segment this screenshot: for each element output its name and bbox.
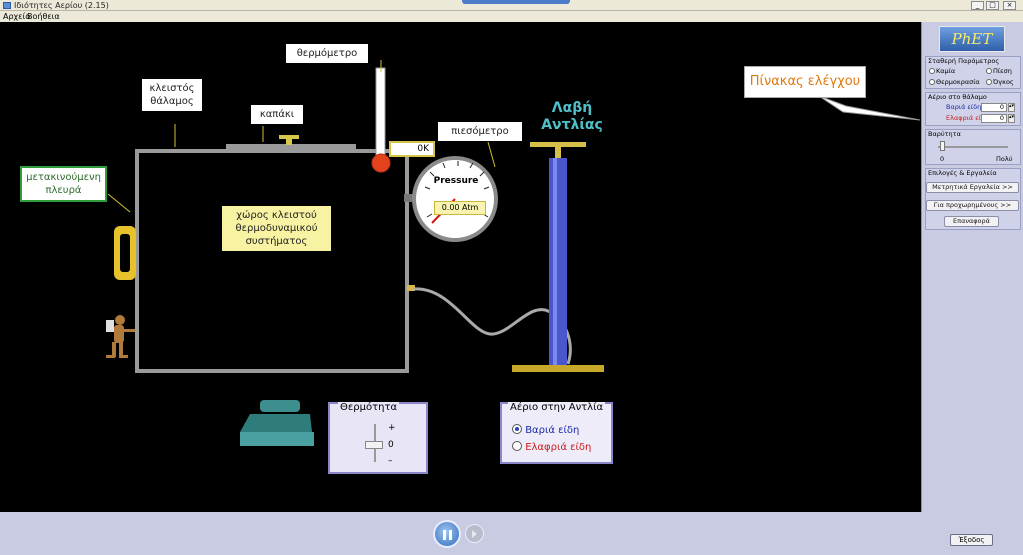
- heat-slider-thumb[interactable]: [365, 441, 383, 449]
- advanced-options-button[interactable]: Για προχωρημένους >>: [926, 200, 1019, 211]
- heat-zero: 0: [388, 440, 394, 450]
- thermometer-bulb: [371, 153, 391, 173]
- radio-volume-label: Όγκος: [993, 78, 1014, 86]
- callout-lid: καπάκι: [251, 105, 303, 124]
- radio-light-label: Ελαφριά είδη: [525, 442, 592, 453]
- pump-hose: [413, 287, 572, 365]
- gravity-min: 0: [940, 155, 945, 163]
- gravity-box: Βαρύτητα 0 Πολύ: [925, 129, 1021, 165]
- control-panel: PhET Σταθερή Παράμετρος Καμία Πίεση Θερμ…: [921, 22, 1023, 512]
- callout-control-panel: Πίνακας ελέγχου: [744, 66, 866, 98]
- title-bar: Ιδιότητες Αερίου (2.15) _ □ ×: [0, 0, 1023, 11]
- thermometer-readout: 0K: [389, 141, 435, 157]
- gas-in-chamber-title: Αέριο στο θάλαμο: [928, 93, 987, 101]
- pump-gas-panel: Αέριο στην Αντλία Βαριά είδη Ελαφριά είδ…: [500, 402, 613, 464]
- heavy-species-count[interactable]: 0: [981, 103, 1007, 112]
- radio-volume-icon[interactable]: [986, 79, 992, 85]
- radio-heavy-species[interactable]: Βαριά είδη: [512, 424, 579, 436]
- radio-pressure-label: Πίεση: [993, 67, 1012, 75]
- step-icon: [472, 530, 477, 538]
- radio-pressure[interactable]: Πίεση: [986, 67, 1012, 75]
- heater-rim: [260, 400, 300, 412]
- gravity-slider-thumb[interactable]: [940, 141, 945, 151]
- options-title: Επιλογές & Εργαλεία: [928, 169, 997, 177]
- pump-barrel-highlight: [553, 158, 557, 366]
- gravity-title: Βαρύτητα: [928, 130, 961, 138]
- exit-button[interactable]: Έξοδος: [950, 534, 993, 546]
- pump-gas-title: Αέριο στην Αντλία: [508, 402, 606, 413]
- figure-person: [106, 315, 135, 358]
- heat-plus: +: [388, 423, 396, 433]
- title-bar-handle: [462, 0, 570, 4]
- wall-handle-gap: [120, 234, 130, 272]
- gauge-title: Pressure: [433, 176, 479, 186]
- callout-system: χώρος κλειστού θερμοδυναμικού συστήματος: [222, 206, 331, 251]
- simulation-canvas[interactable]: θερμόμετρο κλειστός θάλαμος καπάκι πιεσό…: [0, 22, 921, 512]
- heater-body: [240, 414, 312, 435]
- phet-logo[interactable]: PhET: [939, 26, 1005, 52]
- constant-params-title: Σταθερή Παράμετρος: [928, 57, 1000, 65]
- light-species-count[interactable]: 0: [981, 114, 1007, 123]
- panel-callout-pointer: [818, 95, 921, 121]
- pause-button[interactable]: [433, 520, 461, 548]
- bottom-bar: Έξοδος: [0, 512, 1023, 555]
- pump-base: [512, 365, 604, 372]
- radio-none[interactable]: Καμία: [929, 67, 955, 75]
- heat-control-title: Θερμότητα: [338, 402, 400, 413]
- radio-pressure-icon[interactable]: [986, 68, 992, 74]
- heavy-species-label: Βαριά είδη: [946, 103, 982, 111]
- heat-minus: –: [388, 456, 393, 466]
- pump-handle: [530, 142, 586, 147]
- heat-control: Θερμότητα + 0 –: [328, 402, 428, 474]
- constant-params-box: Σταθερή Παράμετρος Καμία Πίεση Θερμοκρασ…: [925, 56, 1021, 89]
- label-pump-handle: Λαβή Αντλίας: [541, 100, 603, 133]
- gravity-max: Πολύ: [996, 155, 1013, 163]
- radio-heavy-icon[interactable]: [512, 424, 522, 434]
- close-icon[interactable]: ×: [1003, 1, 1016, 10]
- gauge-value: 0.00 Atm: [434, 201, 486, 215]
- app-icon: [3, 2, 11, 9]
- light-spinner-icon[interactable]: ▴▾: [1008, 114, 1015, 123]
- minimize-icon[interactable]: _: [971, 1, 984, 10]
- measurement-tools-button[interactable]: Μετρητικά Εργαλεία >>: [926, 182, 1019, 193]
- pump-rod: [555, 147, 561, 159]
- heavy-spinner-icon[interactable]: ▴▾: [1008, 103, 1015, 112]
- radio-light-species[interactable]: Ελαφριά είδη: [512, 441, 591, 453]
- radio-none-label: Καμία: [936, 67, 956, 75]
- radio-none-icon[interactable]: [929, 68, 935, 74]
- maximize-icon[interactable]: □: [986, 1, 999, 10]
- pause-icon: [443, 530, 446, 540]
- menu-help[interactable]: Βοήθεια: [27, 11, 60, 22]
- menu-bar: Αρχείο Βοήθεια: [0, 11, 1023, 22]
- step-button[interactable]: [465, 524, 484, 543]
- callout-chamber: κλειστός θάλαμος: [142, 79, 202, 111]
- heater-base: [240, 432, 314, 446]
- callout-moving-wall: μετακινούμενη πλευρά: [20, 166, 107, 202]
- gravity-slider-track: [938, 146, 1008, 148]
- radio-volume[interactable]: Όγκος: [986, 78, 1014, 86]
- radio-temperature-icon[interactable]: [929, 79, 935, 85]
- callout-thermometer: θερμόμετρο: [286, 44, 368, 63]
- pump-barrel: [549, 158, 567, 366]
- callout-manometer: πιεσόμετρο: [438, 122, 522, 141]
- radio-temperature-label: Θερμοκρασία: [936, 78, 980, 86]
- radio-temperature[interactable]: Θερμοκρασία: [929, 78, 980, 86]
- hose-inlet: [407, 285, 415, 291]
- pause-icon-bar: [449, 530, 452, 540]
- reset-button[interactable]: Επαναφορά: [944, 216, 999, 227]
- window-title: Ιδιότητες Αερίου (2.15): [14, 1, 109, 10]
- gas-in-chamber-box: Αέριο στο θάλαμο Βαριά είδη 0 ▴▾ Ελαφριά…: [925, 92, 1021, 126]
- chamber-walls: [135, 149, 409, 373]
- radio-heavy-label: Βαριά είδη: [525, 425, 580, 436]
- radio-light-icon[interactable]: [512, 441, 522, 451]
- lid-handle-stem: [286, 138, 292, 145]
- thermometer-tube: [375, 67, 386, 159]
